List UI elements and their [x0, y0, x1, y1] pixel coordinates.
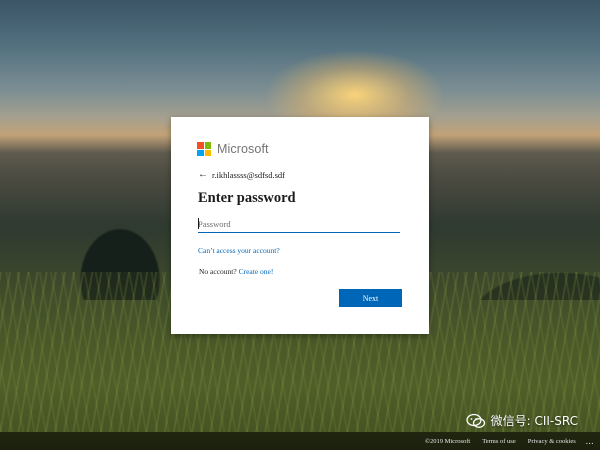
copyright-text: ©2019 Microsoft [425, 437, 471, 445]
terms-link[interactable]: Terms of use [482, 438, 515, 445]
wechat-watermark: 微信号: CII-SRC [465, 412, 578, 429]
watermark-text: 微信号: CII-SRC [490, 414, 578, 428]
identity-row: ← r.ikhlassss@sdfsd.sdf [198, 169, 285, 180]
create-account-link[interactable]: Create one! [239, 267, 274, 276]
privacy-link[interactable]: Privacy & cookies [528, 438, 576, 445]
identity-email: r.ikhlassss@sdfsd.sdf [212, 169, 286, 180]
cant-access-link[interactable]: Can’t access your account? [198, 246, 280, 255]
footer-bar: ©2019 Microsoft Terms of use Privacy & c… [0, 432, 600, 450]
no-account-row: No account? Create one! [199, 267, 273, 276]
microsoft-logo: Microsoft [197, 142, 269, 156]
signin-card: Microsoft ← r.ikhlassss@sdfsd.sdf Enter … [171, 117, 429, 334]
page-title: Enter password [198, 190, 296, 206]
more-options-icon[interactable]: ... [586, 436, 594, 446]
microsoft-logo-icon [197, 142, 211, 156]
password-input[interactable] [198, 216, 400, 233]
no-account-text: No account? [199, 267, 237, 276]
brand-name: Microsoft [217, 142, 269, 156]
back-arrow-icon[interactable]: ← [198, 169, 208, 180]
wechat-icon [465, 413, 485, 428]
next-button[interactable]: Next [339, 289, 402, 307]
text-cursor [198, 218, 199, 229]
